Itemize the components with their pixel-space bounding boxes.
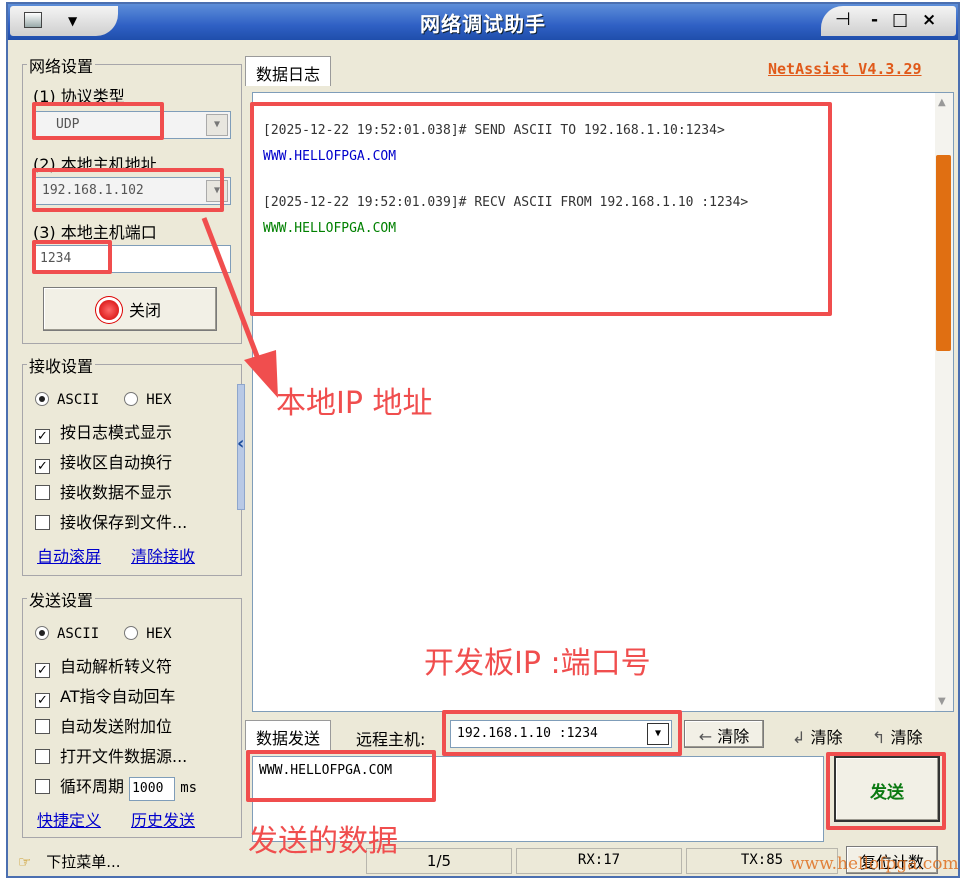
rx-counter: RX:17 <box>516 848 682 874</box>
receive-option-auto-wrap[interactable]: ✓ 接收区自动换行 <box>35 449 172 474</box>
scroll-thumb[interactable] <box>936 155 951 351</box>
auto-scroll-link[interactable]: 自动滚屏 <box>37 543 101 567</box>
clear-remote-button[interactable]: ← 清除 <box>684 720 764 748</box>
checkbox[interactable] <box>35 485 50 500</box>
receive-option-hide-data[interactable]: 接收数据不显示 <box>35 479 172 503</box>
pin-icon[interactable]: ⊣ <box>835 9 851 30</box>
title-bar[interactable]: ▼ 网络调试助手 ⊣ - □ × <box>8 4 958 40</box>
arrow-left-icon: ← <box>698 727 713 746</box>
annotation-board-ip: 开发板IP :端口号 <box>424 646 651 681</box>
watermark: www.hellofpga.com <box>790 854 959 874</box>
annotation-box-protocol <box>32 102 164 140</box>
close-connection-button[interactable]: 关闭 <box>43 287 217 331</box>
send-option-escape[interactable]: ✓ 自动解析转义符 <box>35 653 172 678</box>
receive-settings-title: 接收设置 <box>27 353 96 377</box>
checkbox[interactable]: ✓ <box>35 459 50 474</box>
send-option-file-source[interactable]: 打开文件数据源... <box>35 743 187 767</box>
red-status-light-icon <box>98 300 119 320</box>
receive-hex-radio[interactable] <box>124 392 139 406</box>
send-option-append[interactable]: 自动发送附加位 <box>35 713 172 737</box>
scroll-up-icon[interactable]: ▲ <box>938 97 946 108</box>
clear-button-3[interactable]: ↰ 清除 <box>872 724 923 748</box>
annotation-box-remote-host <box>442 710 682 756</box>
send-ascii-radio[interactable] <box>35 626 49 640</box>
send-hex-radio[interactable] <box>124 626 139 640</box>
annotation-box-send-data <box>246 750 436 802</box>
checkbox[interactable]: ✓ <box>35 429 50 444</box>
network-settings-title: 网络设置 <box>27 53 96 77</box>
clear-button-2[interactable]: ↲ 清除 <box>792 724 843 748</box>
send-option-cycle[interactable]: 循环周期 1000 ms <box>35 773 197 801</box>
dropdown-arrow-icon[interactable]: ▼ <box>206 114 228 136</box>
history-link[interactable]: 历史发送 <box>131 807 195 831</box>
window-controls[interactable]: ⊣ - □ × <box>821 6 956 36</box>
clear-receive-link[interactable]: 清除接收 <box>131 543 195 567</box>
checkbox[interactable] <box>35 779 50 794</box>
annotation-box-send-button <box>826 752 946 830</box>
min-max-close-buttons[interactable]: - □ × <box>871 10 940 30</box>
annotation-box-local-port <box>32 240 112 274</box>
tab-data-send[interactable]: 数据发送 <box>245 720 332 750</box>
remote-host-label: 远程主机: <box>356 730 426 749</box>
scroll-down-icon[interactable]: ▼ <box>938 696 946 707</box>
collapse-arrow-icon[interactable]: ‹ <box>237 433 244 454</box>
version-label[interactable]: NetAssist V4.3.29 <box>768 60 922 78</box>
cycle-period-input[interactable]: 1000 <box>129 777 176 801</box>
receive-option-save-file[interactable]: 接收保存到文件... <box>35 509 187 533</box>
send-settings-title: 发送设置 <box>27 587 96 611</box>
checkbox[interactable]: ✓ <box>35 663 50 678</box>
log-scrollbar[interactable]: ▲ ▼ <box>935 93 953 711</box>
shortcut-link[interactable]: 快捷定义 <box>37 807 101 831</box>
send-settings-group: 发送设置 ASCII HEX ✓ 自动解析转义符 ✓ AT指令自动回车 自动发送附加… <box>22 587 242 838</box>
send-option-at-cr[interactable]: ✓ AT指令自动回车 <box>35 683 175 708</box>
tab-data-log[interactable]: 数据日志 <box>245 56 332 86</box>
up-arrow-icon: ↰ <box>872 728 886 747</box>
annotation-local-ip: 本地IP 地址 <box>276 386 433 421</box>
annotation-send-data: 发送的数据 <box>248 824 398 859</box>
annotation-box-local-ip <box>32 168 224 212</box>
window-title: 网络调试助手 <box>420 12 546 36</box>
receive-ascii-radio[interactable] <box>35 392 49 406</box>
hand-pointer-icon: ☞ <box>18 853 32 871</box>
checkbox[interactable] <box>35 719 50 734</box>
receive-option-log-mode[interactable]: ✓ 按日志模式显示 <box>35 419 172 444</box>
app-window: ▼ 网络调试助手 ⊣ - □ × 网络设置 (1) 协议类型 UDP ▼ (2)… <box>6 2 960 878</box>
checkbox[interactable] <box>35 749 50 764</box>
checkbox[interactable] <box>35 515 50 530</box>
annotation-box-log <box>250 102 832 316</box>
checkbox[interactable]: ✓ <box>35 693 50 708</box>
annotation-arrow <box>201 217 278 398</box>
return-arrow-icon: ↲ <box>792 728 806 747</box>
